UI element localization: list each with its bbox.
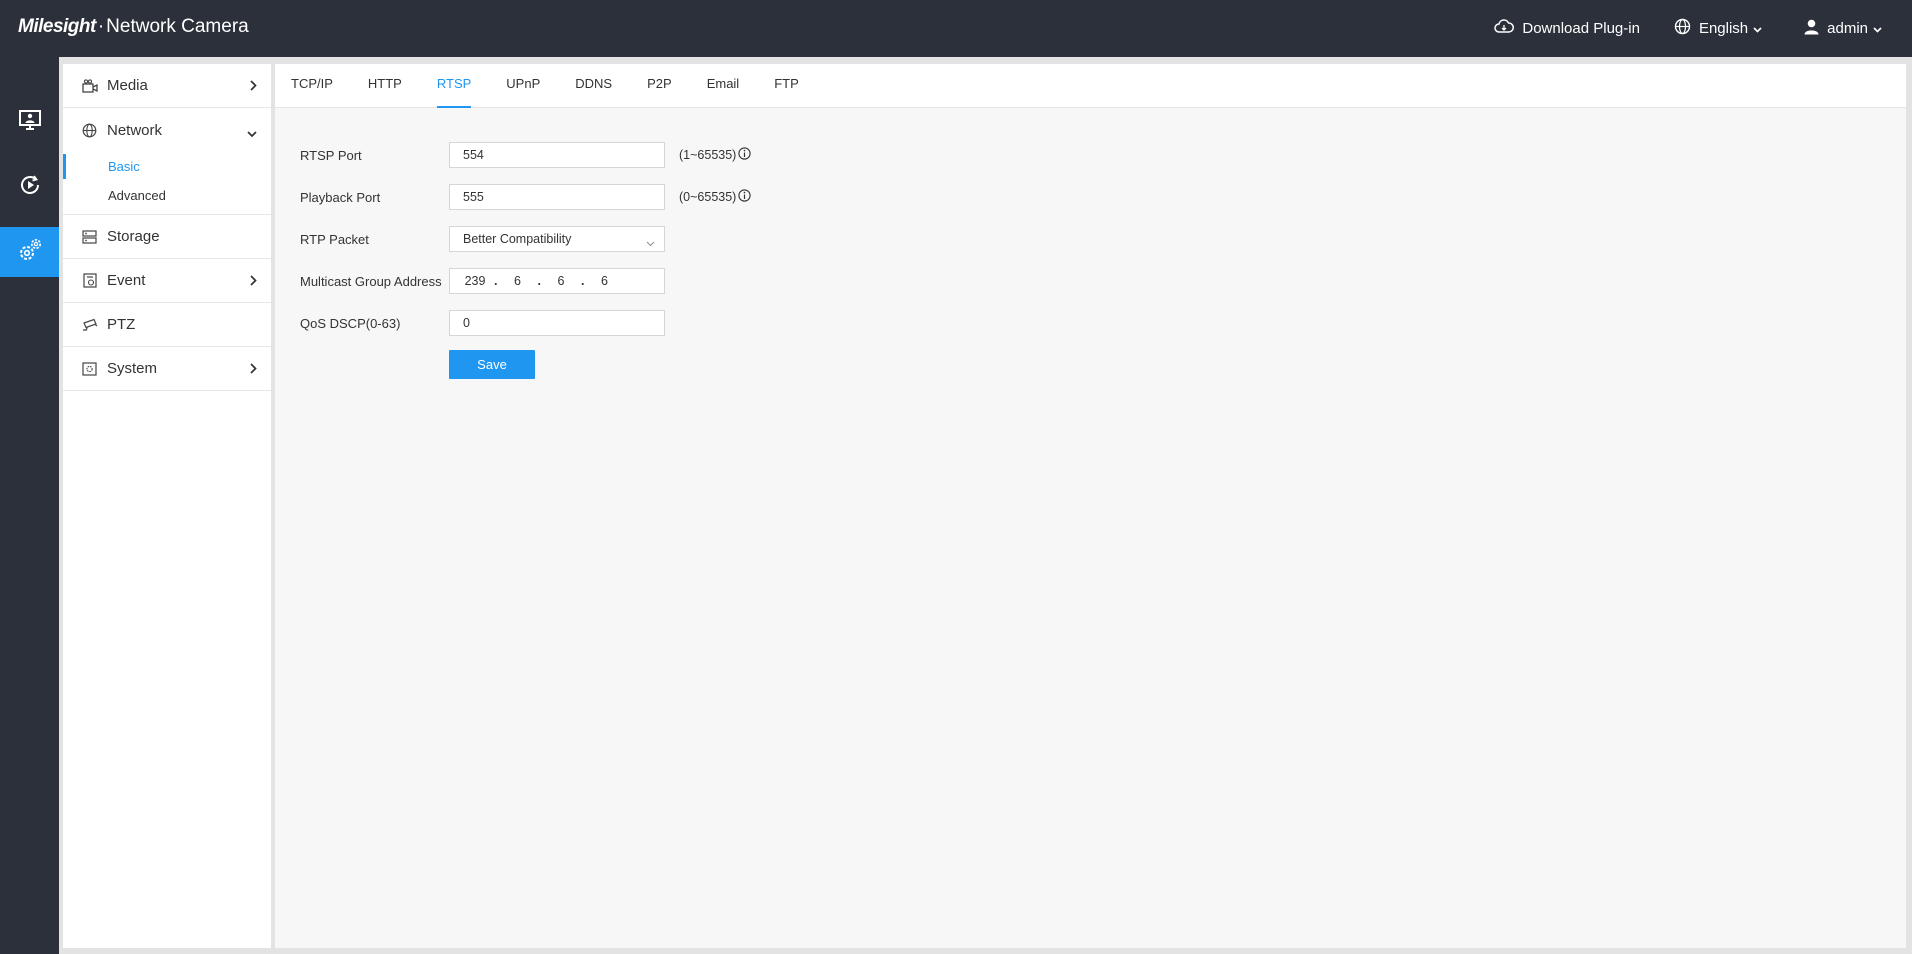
tab-ddns[interactable]: DDNS (575, 64, 612, 108)
chevron-right-icon (250, 273, 257, 290)
chevron-down-icon (646, 236, 655, 250)
chevron-right-icon (250, 78, 257, 95)
brand-dot: · (97, 16, 105, 37)
main-panel: TCP/IP HTTP RTSP UPnP DDNS P2P Email FTP… (275, 64, 1906, 948)
sidebar-item-event[interactable]: Event (63, 259, 271, 303)
cloud-download-icon (1494, 18, 1522, 39)
event-icon (81, 272, 98, 289)
rtsp-port-label: RTSP Port (300, 147, 362, 163)
playback-port-range-text: (0~65535) (679, 190, 737, 204)
network-submenu: Basic Advanced (63, 152, 271, 215)
playback-port-label: Playback Port (300, 189, 381, 205)
sidebar-label-ptz: PTZ (107, 316, 136, 333)
playback-port-input[interactable]: 555 (449, 184, 665, 210)
rtsp-port-input[interactable]: 554 (449, 142, 665, 168)
playback-port-row: Playback Port 555 (0~65535) (300, 176, 751, 218)
chevron-down-icon (1753, 20, 1770, 37)
globe-icon (1674, 18, 1699, 39)
ip-octet-1[interactable]: 239 (456, 274, 494, 288)
user-label: admin (1827, 20, 1868, 37)
ptz-camera-icon (81, 316, 98, 333)
rtsp-form: RTSP Port 554 (1~65535) Playback Port 55… (300, 134, 751, 379)
user-menu[interactable]: admin (1804, 19, 1890, 39)
media-icon (81, 77, 98, 94)
rtp-packet-label: RTP Packet (300, 231, 369, 247)
rtp-packet-row: RTP Packet Better Compatibility (300, 218, 751, 260)
rtsp-port-range-text: (1~65535) (679, 148, 737, 162)
live-view-icon (18, 109, 42, 136)
ip-octet-3[interactable]: 6 (541, 274, 581, 288)
language-select[interactable]: English (1674, 18, 1770, 39)
sidebar-item-network-advanced[interactable]: Advanced (63, 181, 271, 210)
qos-label: QoS DSCP(0-63) (300, 315, 401, 331)
multicast-row: Multicast Group Address 239 . 6 . 6 . 6 (300, 260, 751, 302)
tab-upnp[interactable]: UPnP (506, 64, 540, 108)
qos-input[interactable]: 0 (449, 310, 665, 336)
sidebar-label-system: System (107, 360, 158, 377)
qos-row: QoS DSCP(0-63) 0 (300, 302, 751, 344)
brand-logo: Milesight (18, 16, 96, 37)
multicast-ip-input[interactable]: 239 . 6 . 6 . 6 (449, 268, 665, 294)
rail-settings[interactable] (0, 227, 59, 277)
playback-port-range: (0~65535) (679, 189, 751, 205)
language-label: English (1698, 20, 1749, 37)
sidebar-item-network-basic[interactable]: Basic (63, 152, 271, 181)
rtsp-port-range: (1~65535) (679, 147, 751, 163)
download-plugin-link[interactable]: Download Plug-in (1494, 18, 1640, 39)
rail-live-view[interactable] (0, 97, 59, 147)
storage-icon (81, 228, 98, 245)
top-header: Milesight · Network Camera Download Plug-i… (0, 0, 1912, 57)
tab-email[interactable]: Email (707, 64, 740, 108)
ip-octet-2[interactable]: 6 (497, 274, 537, 288)
tab-http[interactable]: HTTP (368, 64, 402, 108)
icon-rail (0, 57, 59, 954)
chevron-down-icon (247, 125, 257, 142)
tab-ftp[interactable]: FTP (774, 64, 799, 108)
download-plugin-label: Download Plug-in (1522, 20, 1640, 37)
network-globe-icon (81, 122, 98, 139)
info-icon[interactable] (736, 147, 751, 163)
brand: Milesight · Network Camera (18, 16, 249, 38)
sidebar-label-network: Network (107, 121, 163, 139)
settings-sidebar: Media Network Basic Advanced Storage Eve… (63, 64, 271, 948)
sidebar-item-network[interactable]: Network (63, 108, 271, 152)
rtsp-port-row: RTSP Port 554 (1~65535) (300, 134, 751, 176)
rtp-packet-value: Better Compatibility (463, 232, 572, 246)
ip-octet-4[interactable]: 6 (584, 274, 624, 288)
tab-tcpip[interactable]: TCP/IP (291, 64, 333, 108)
info-icon[interactable] (736, 189, 751, 205)
network-tabs: TCP/IP HTTP RTSP UPnP DDNS P2P Email FTP (275, 64, 1906, 108)
settings-icon (16, 236, 44, 269)
sidebar-item-storage[interactable]: Storage (63, 215, 271, 259)
playback-icon (18, 173, 42, 202)
sidebar-label-event: Event (107, 272, 146, 289)
chevron-down-icon (1873, 20, 1890, 37)
sidebar-label-storage: Storage (107, 228, 160, 245)
brand-product: Network Camera (106, 16, 249, 37)
save-button[interactable]: Save (449, 350, 535, 379)
user-icon (1804, 19, 1827, 39)
system-icon (81, 360, 98, 377)
rtp-packet-select[interactable]: Better Compatibility (449, 226, 665, 252)
tab-p2p[interactable]: P2P (647, 64, 672, 108)
chevron-right-icon (250, 361, 257, 378)
sidebar-item-system[interactable]: System (63, 347, 271, 391)
rail-playback[interactable] (0, 162, 59, 212)
tab-rtsp[interactable]: RTSP (436, 64, 472, 108)
sidebar-label-media: Media (107, 77, 148, 94)
multicast-label: Multicast Group Address (300, 273, 442, 289)
sidebar-item-media[interactable]: Media (63, 64, 271, 108)
sidebar-item-ptz[interactable]: PTZ (63, 303, 271, 347)
